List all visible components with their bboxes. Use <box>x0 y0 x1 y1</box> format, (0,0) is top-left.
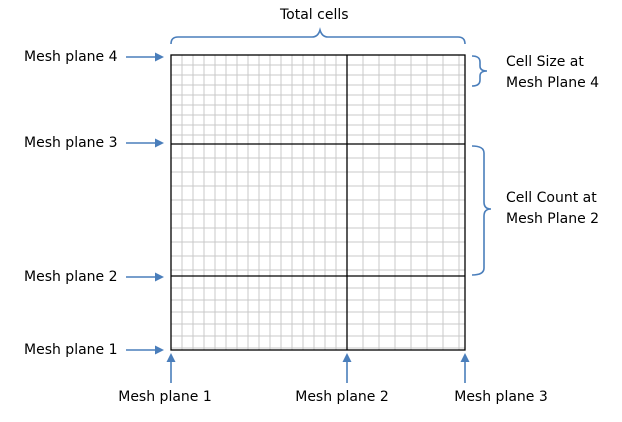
arrow-bottom-mesh-plane-1-head <box>166 353 176 362</box>
cell-size-label: Cell Size at Mesh Plane 4 <box>506 52 599 94</box>
total-cells-label: Total cells <box>280 7 349 23</box>
bottom-label-mesh-plane-2: Mesh plane 2 <box>295 389 389 405</box>
mesh-diagram: Total cells Mesh plane 4 Mesh plane 3 Me… <box>0 0 622 422</box>
cell-count-line-2: Mesh Plane 2 <box>506 211 600 227</box>
cell-size-line-2: Mesh Plane 4 <box>506 75 600 91</box>
left-label-mesh-plane-3: Mesh plane 3 <box>24 135 118 151</box>
arrow-mesh-plane-4-head <box>155 52 164 62</box>
arrow-bottom-mesh-plane-3-head <box>460 353 470 362</box>
fine-grid-lines <box>170 54 465 350</box>
bottom-label-mesh-plane-1: Mesh plane 1 <box>118 389 212 405</box>
left-label-mesh-plane-4: Mesh plane 4 <box>24 49 118 65</box>
arrows <box>126 52 470 383</box>
left-label-mesh-plane-2: Mesh plane 2 <box>24 269 118 285</box>
cell-size-brace <box>471 55 488 87</box>
total-cells-brace <box>170 27 466 45</box>
cell-count-label: Cell Count at Mesh Plane 2 <box>506 188 599 230</box>
arrow-bottom-mesh-plane-2-head <box>342 353 352 362</box>
bottom-label-mesh-plane-3: Mesh plane 3 <box>454 389 548 405</box>
cell-count-line-1: Cell Count at <box>506 190 597 206</box>
arrow-mesh-plane-2-head <box>155 272 164 282</box>
left-label-mesh-plane-1: Mesh plane 1 <box>24 342 118 358</box>
cell-size-line-1: Cell Size at <box>506 54 584 70</box>
arrow-mesh-plane-1-head <box>155 345 164 355</box>
arrow-mesh-plane-3-head <box>155 138 164 148</box>
cell-count-brace <box>471 145 492 276</box>
